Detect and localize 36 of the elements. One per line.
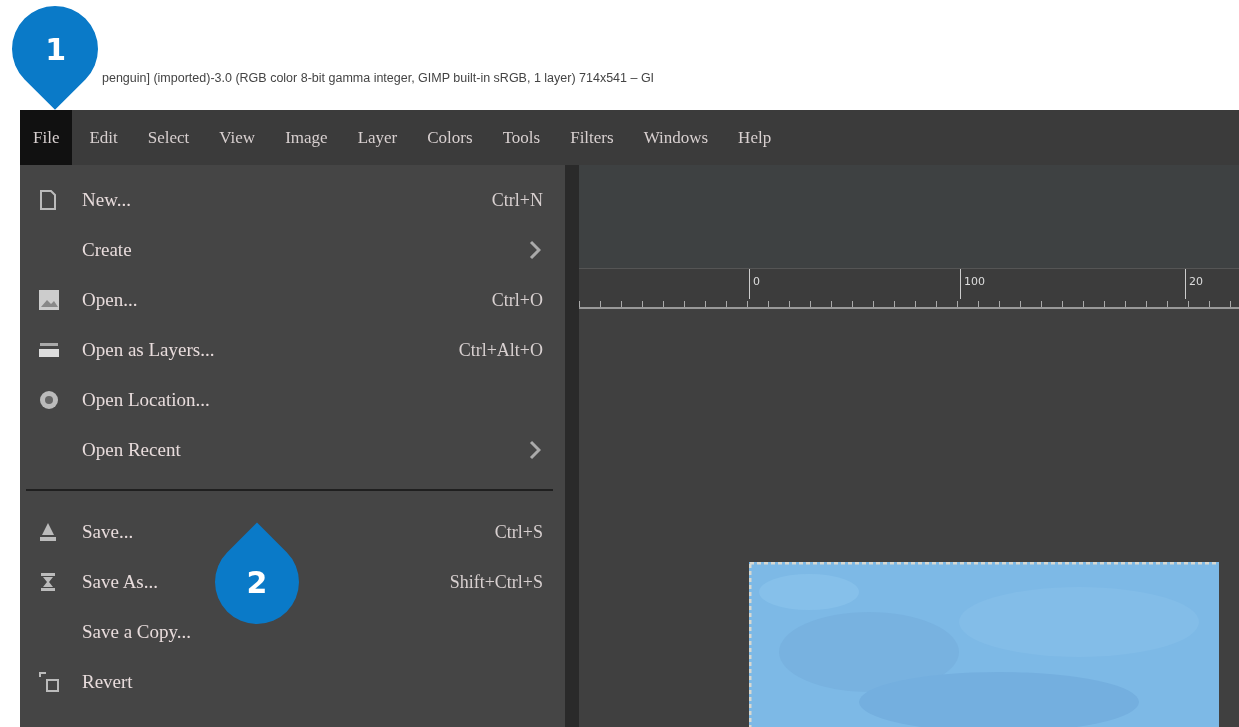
image-icon (38, 289, 60, 311)
save-icon (38, 521, 58, 543)
shortcut-text: Ctrl+Alt+O (458, 339, 543, 361)
revert-icon (38, 671, 60, 693)
globe-icon (38, 389, 60, 411)
ruler-label: 100 (960, 269, 985, 299)
menu-item[interactable]: Save a Copy... (82, 621, 192, 643)
menu-item[interactable]: Open as Layers... (82, 339, 215, 361)
ruler-label: 20 (1185, 269, 1203, 299)
save-as-icon (38, 571, 58, 593)
menu-bar-item[interactable]: File (20, 110, 73, 165)
menu-bar-item[interactable]: Layer (344, 110, 411, 165)
menu-bar-item[interactable]: Help (725, 110, 785, 165)
menu-item[interactable]: Save As... (82, 571, 158, 593)
menu-bar-item[interactable]: View (206, 110, 269, 165)
menu-bar-item[interactable]: Image (272, 110, 341, 165)
menu-item[interactable]: Open... (82, 289, 138, 311)
menu-bar-item[interactable]: Filters (557, 110, 627, 165)
menu-bar-item[interactable]: Edit (76, 110, 131, 165)
shortcut-text: Ctrl+N (491, 189, 543, 211)
shortcut-text: Ctrl+S (494, 521, 543, 543)
menu-bar-item[interactable]: Select (134, 110, 203, 165)
shortcut-text: Ctrl+O (491, 289, 543, 311)
menu-bar-item[interactable]: Windows (630, 110, 722, 165)
menu-item[interactable]: New... (82, 189, 131, 211)
menu-item[interactable]: Open Recent (82, 439, 181, 461)
new-page-icon (38, 189, 58, 211)
menu-item[interactable]: Save... (82, 521, 134, 543)
menu-item[interactable]: Open Location... (82, 389, 210, 411)
menu-bar-item[interactable]: Tools (489, 110, 554, 165)
window-title: penguin] (imported)-3.0 (RGB color 8-bit gamma integer, GIMP built-in sRGB, 1 layer) 714x541 – GI (102, 70, 655, 85)
menu-item[interactable]: Create (82, 239, 132, 261)
shortcut-text: Shift+Ctrl+S (449, 571, 543, 593)
menu-bar-item[interactable]: Colors (414, 110, 486, 165)
menu-item[interactable]: Revert (82, 671, 133, 693)
ruler-label: 0 (749, 269, 760, 299)
